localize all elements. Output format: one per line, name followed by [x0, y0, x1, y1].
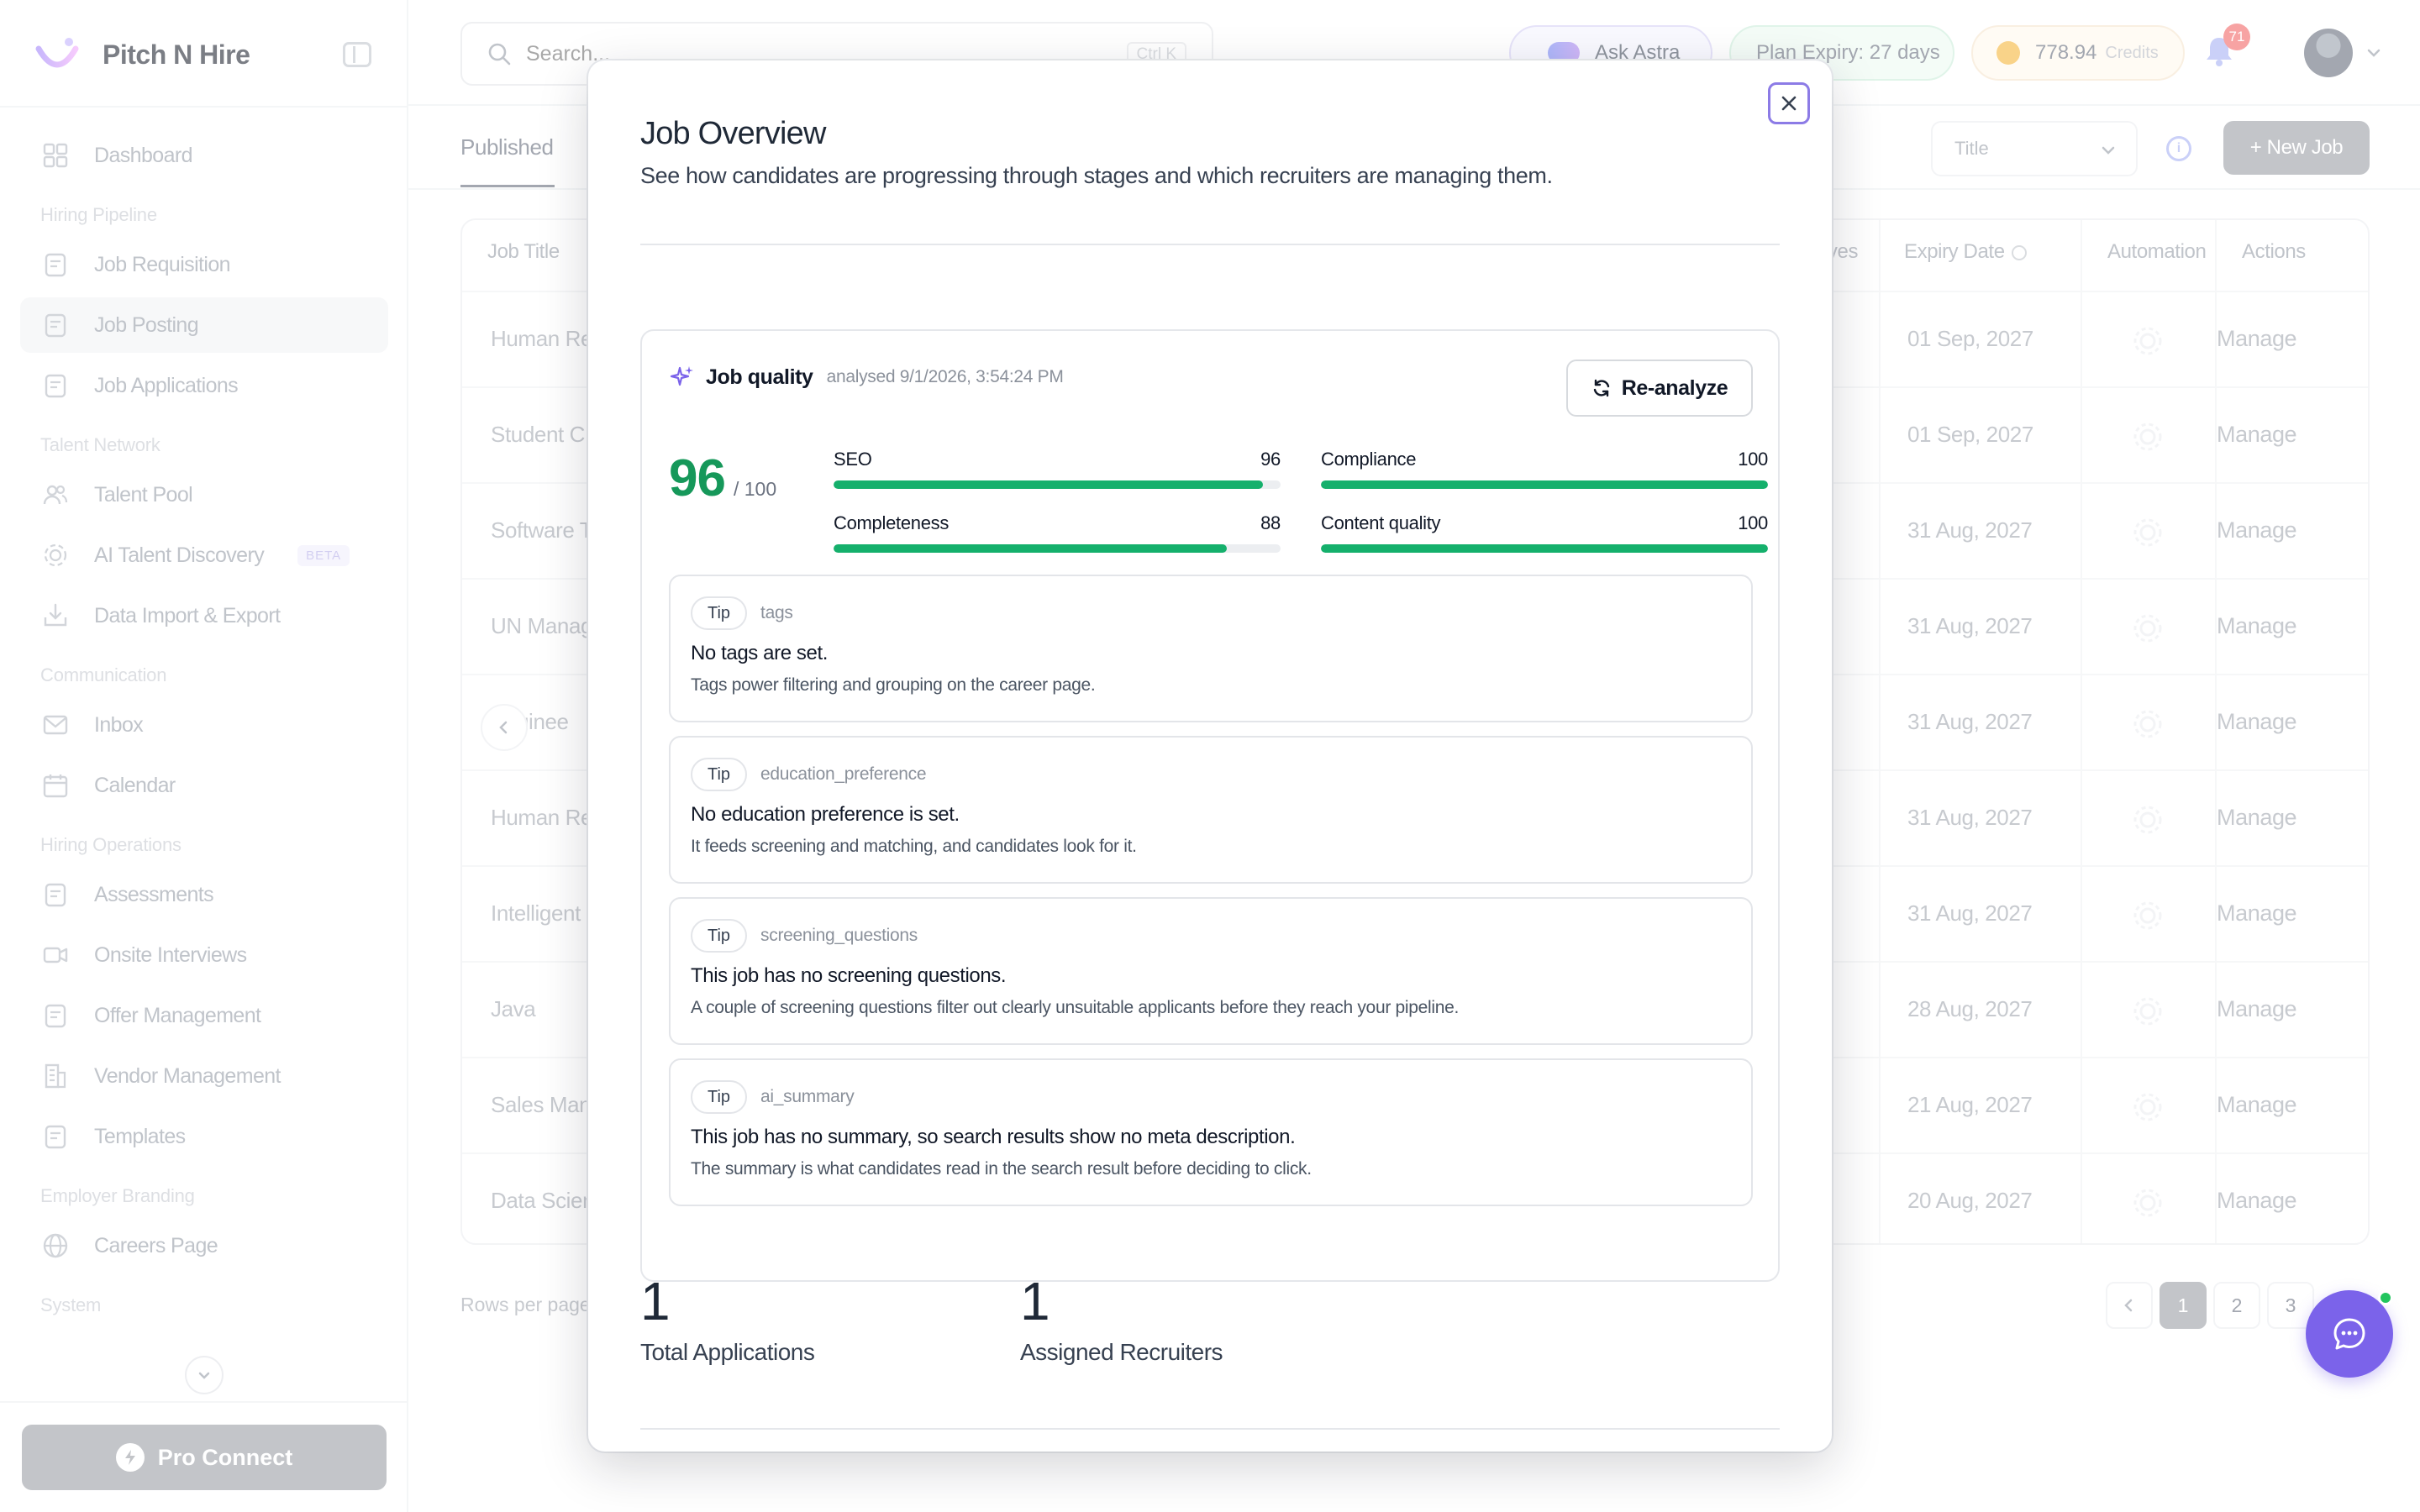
tip-field-key: tags — [760, 603, 793, 622]
metric-content-quality: Content quality 100 — [1321, 512, 1768, 553]
metric-label: Content quality — [1321, 512, 1441, 533]
tip-message: No education preference is set. — [691, 803, 960, 826]
metric-label: Compliance — [1321, 449, 1417, 470]
job-quality-card: Job quality analysed 9/1/2026, 3:54:24 P… — [640, 329, 1780, 1282]
job-quality-header: Job quality analysed 9/1/2026, 3:54:24 P… — [669, 365, 1064, 390]
metric-progress-fill — [1321, 544, 1768, 553]
metric-compliance: Compliance 100 — [1321, 449, 1768, 489]
close-button[interactable] — [1768, 82, 1810, 124]
metric-progress-fill — [834, 480, 1263, 489]
tip-detail: Tags power filtering and grouping on the… — [691, 675, 1096, 695]
metric-label: Completeness — [834, 512, 950, 533]
metric-progress-fill — [834, 544, 1228, 553]
tip-message: This job has no summary, so search resul… — [691, 1126, 1296, 1148]
metric-label: SEO — [834, 449, 872, 470]
modal-title: Job Overview — [640, 116, 826, 151]
re-analyze-button[interactable]: Re-analyze — [1566, 360, 1753, 417]
tip-message: No tags are set. — [691, 642, 829, 664]
metric-progress-bar — [834, 544, 1281, 553]
refresh-icon — [1593, 379, 1609, 397]
quality-score: 96 / 100 — [669, 449, 776, 508]
metric-progress-bar — [1321, 544, 1768, 553]
tip-badge: Tip — [691, 919, 748, 953]
modal-divider — [640, 244, 1780, 245]
stat-total-applications: 1 Total Applications — [640, 1270, 815, 1366]
close-icon — [1781, 96, 1797, 111]
tip-detail: It feeds screening and matching, and can… — [691, 837, 1137, 856]
metric-value: 96 — [1260, 449, 1281, 470]
stat-assigned-recruiters: 1 Assigned Recruiters — [1020, 1270, 1223, 1366]
tip-detail: A couple of screening questions filter o… — [691, 998, 1460, 1017]
tip-badge: Tip — [691, 758, 748, 791]
tip-detail: The summary is what candidates read in t… — [691, 1159, 1312, 1179]
job-quality-title: Job quality — [706, 365, 813, 389]
online-status-dot — [2378, 1290, 2393, 1305]
tip-card-tags: Tip tags No tags are set. Tags power filter… — [669, 575, 1753, 722]
metric-value: 88 — [1260, 512, 1281, 533]
tip-card-education-preference: Tip education_preference No education pref… — [669, 736, 1753, 884]
modal-bottom-divider — [640, 1428, 1780, 1430]
tip-badge: Tip — [691, 1080, 748, 1114]
stat-value: 1 — [1020, 1271, 1050, 1331]
chat-icon — [2333, 1318, 2365, 1350]
job-overview-modal: Job Overview See how candidates are prog… — [588, 60, 1832, 1452]
tip-badge: Tip — [691, 596, 748, 630]
tip-field-key: screening_questions — [760, 926, 918, 945]
job-quality-analysed: analysed 9/1/2026, 3:54:24 PM — [826, 367, 1064, 386]
re-analyze-label: Re-analyze — [1621, 375, 1728, 400]
tip-field-key: ai_summary — [760, 1087, 855, 1106]
tip-card-ai-summary: Tip ai_summary This job has no summary, so… — [669, 1058, 1753, 1206]
tip-message: This job has no screening questions. — [691, 964, 1007, 987]
metric-value: 100 — [1738, 449, 1768, 470]
tip-field-key: education_preference — [760, 764, 927, 784]
quality-score-value: 96 — [669, 449, 726, 507]
quality-score-max: / 100 — [733, 478, 777, 500]
modal-subtitle: See how candidates are progressing throu… — [640, 163, 1553, 188]
metric-progress-bar — [1321, 480, 1768, 489]
metric-progress-fill — [1321, 480, 1768, 489]
metric-seo: SEO 96 — [834, 449, 1281, 489]
metric-progress-bar — [834, 480, 1281, 489]
metric-value: 100 — [1738, 512, 1768, 533]
stat-label: Total Applications — [640, 1339, 815, 1365]
sparkles-icon — [670, 366, 693, 386]
tip-card-screening-questions: Tip screening_questions This job has no sc… — [669, 897, 1753, 1045]
stat-label: Assigned Recruiters — [1020, 1339, 1223, 1365]
stat-value: 1 — [640, 1271, 671, 1331]
metric-completeness: Completeness 88 — [834, 512, 1281, 553]
